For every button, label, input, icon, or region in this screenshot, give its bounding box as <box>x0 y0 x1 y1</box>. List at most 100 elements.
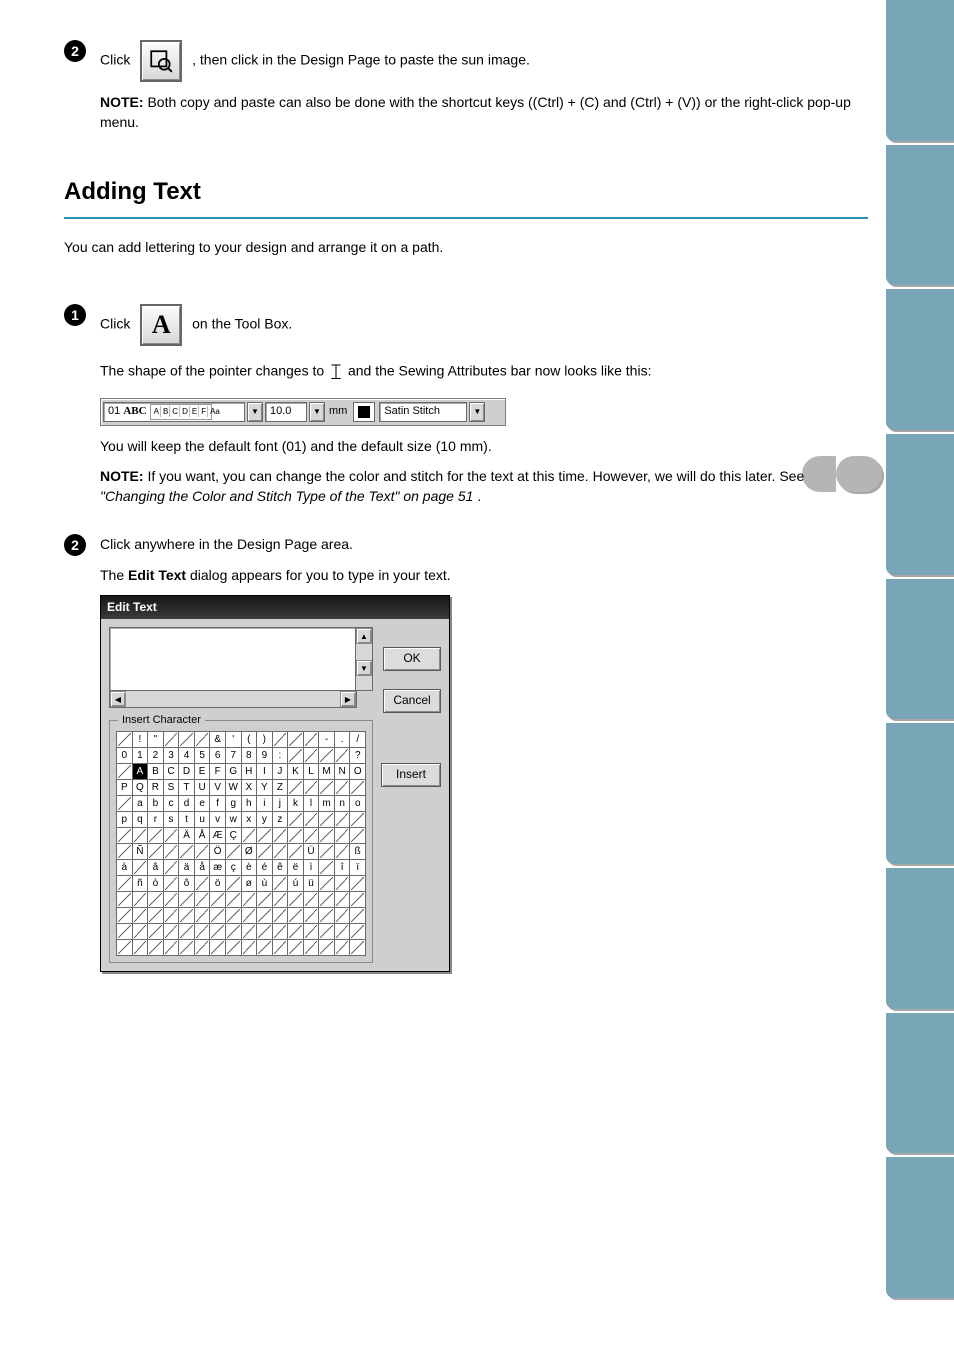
char-cell[interactable] <box>148 828 164 844</box>
char-cell[interactable]: î <box>334 860 350 876</box>
char-cell[interactable] <box>303 812 319 828</box>
char-cell[interactable] <box>303 732 319 748</box>
char-cell[interactable]: K <box>288 764 304 780</box>
char-cell[interactable]: å <box>194 860 210 876</box>
char-cell[interactable]: A <box>132 764 148 780</box>
char-cell[interactable] <box>334 780 350 796</box>
char-cell[interactable]: T <box>179 780 195 796</box>
char-cell[interactable] <box>303 924 319 940</box>
char-cell[interactable] <box>350 924 366 940</box>
char-cell[interactable] <box>148 892 164 908</box>
char-cell[interactable]: 1 <box>132 748 148 764</box>
char-cell[interactable] <box>334 908 350 924</box>
char-cell[interactable]: e <box>194 796 210 812</box>
scroll-up-icon[interactable]: ▲ <box>356 628 372 644</box>
char-cell[interactable]: S <box>163 780 179 796</box>
ok-button[interactable]: OK <box>383 647 441 671</box>
scroll-right-icon[interactable]: ▶ <box>340 691 356 707</box>
char-cell[interactable]: z <box>272 812 288 828</box>
char-cell[interactable]: ? <box>350 748 366 764</box>
char-cell[interactable] <box>210 908 226 924</box>
char-cell[interactable]: . <box>334 732 350 748</box>
char-cell[interactable]: Ü <box>303 844 319 860</box>
char-cell[interactable]: h <box>241 796 257 812</box>
char-cell[interactable]: r <box>148 812 164 828</box>
char-cell[interactable] <box>241 908 257 924</box>
char-cell[interactable] <box>117 892 133 908</box>
char-cell[interactable]: l <box>303 796 319 812</box>
char-cell[interactable] <box>241 828 257 844</box>
char-cell[interactable] <box>194 844 210 860</box>
char-cell[interactable] <box>319 876 335 892</box>
char-cell[interactable] <box>225 924 241 940</box>
char-cell[interactable] <box>132 940 148 956</box>
char-cell[interactable] <box>210 940 226 956</box>
size-field[interactable]: 10.0 <box>265 402 307 422</box>
char-cell[interactable]: 4 <box>179 748 195 764</box>
char-cell[interactable] <box>334 892 350 908</box>
side-tab-7[interactable] <box>886 868 954 1009</box>
char-cell[interactable]: V <box>210 780 226 796</box>
char-cell[interactable]: ø <box>241 876 257 892</box>
char-cell[interactable] <box>288 924 304 940</box>
char-cell[interactable]: 0 <box>117 748 133 764</box>
char-cell[interactable]: x <box>241 812 257 828</box>
char-cell[interactable] <box>272 940 288 956</box>
char-cell[interactable]: J <box>272 764 288 780</box>
side-tab-6[interactable] <box>886 723 954 864</box>
char-cell[interactable] <box>148 940 164 956</box>
char-cell[interactable]: â <box>148 860 164 876</box>
char-cell[interactable]: M <box>319 764 335 780</box>
char-cell[interactable] <box>303 780 319 796</box>
char-cell[interactable]: R <box>148 780 164 796</box>
horizontal-scrollbar[interactable]: ◀ ▶ <box>109 691 357 708</box>
char-cell[interactable]: ' <box>225 732 241 748</box>
side-tab-4[interactable] <box>886 434 954 575</box>
char-cell[interactable]: ç <box>225 860 241 876</box>
char-cell[interactable] <box>334 828 350 844</box>
char-cell[interactable]: P <box>117 780 133 796</box>
char-cell[interactable]: n <box>334 796 350 812</box>
char-cell[interactable]: ô <box>179 876 195 892</box>
char-cell[interactable]: Ä <box>179 828 195 844</box>
char-cell[interactable] <box>319 860 335 876</box>
char-cell[interactable]: k <box>288 796 304 812</box>
char-cell[interactable]: ù <box>257 876 273 892</box>
char-cell[interactable]: q <box>132 812 148 828</box>
char-cell[interactable]: à <box>117 860 133 876</box>
char-cell[interactable] <box>163 908 179 924</box>
char-cell[interactable]: W <box>225 780 241 796</box>
char-cell[interactable] <box>257 892 273 908</box>
char-cell[interactable] <box>257 908 273 924</box>
char-cell[interactable] <box>350 828 366 844</box>
char-cell[interactable] <box>179 892 195 908</box>
char-cell[interactable] <box>117 732 133 748</box>
char-cell[interactable] <box>272 924 288 940</box>
char-cell[interactable]: ) <box>257 732 273 748</box>
char-cell[interactable] <box>272 844 288 860</box>
char-cell[interactable]: ñ <box>132 876 148 892</box>
char-cell[interactable] <box>334 940 350 956</box>
font-selector[interactable]: 01 ABC ABCDEFAa <box>103 402 245 422</box>
char-cell[interactable] <box>117 828 133 844</box>
char-cell[interactable]: j <box>272 796 288 812</box>
char-cell[interactable] <box>132 828 148 844</box>
side-tab-3[interactable] <box>886 289 954 430</box>
char-cell[interactable]: ï <box>350 860 366 876</box>
char-cell[interactable]: I <box>257 764 273 780</box>
char-cell[interactable]: d <box>179 796 195 812</box>
char-cell[interactable]: N <box>334 764 350 780</box>
char-cell[interactable] <box>241 892 257 908</box>
char-cell[interactable] <box>225 876 241 892</box>
char-cell[interactable] <box>163 844 179 860</box>
char-cell[interactable] <box>319 940 335 956</box>
char-cell[interactable]: w <box>225 812 241 828</box>
note2-link[interactable]: "Changing the Color and Stitch Type of t… <box>100 488 473 504</box>
char-cell[interactable]: a <box>132 796 148 812</box>
char-cell[interactable] <box>334 924 350 940</box>
char-cell[interactable]: é <box>257 860 273 876</box>
char-cell[interactable] <box>272 892 288 908</box>
char-cell[interactable] <box>319 908 335 924</box>
char-cell[interactable]: y <box>257 812 273 828</box>
char-cell[interactable] <box>288 732 304 748</box>
